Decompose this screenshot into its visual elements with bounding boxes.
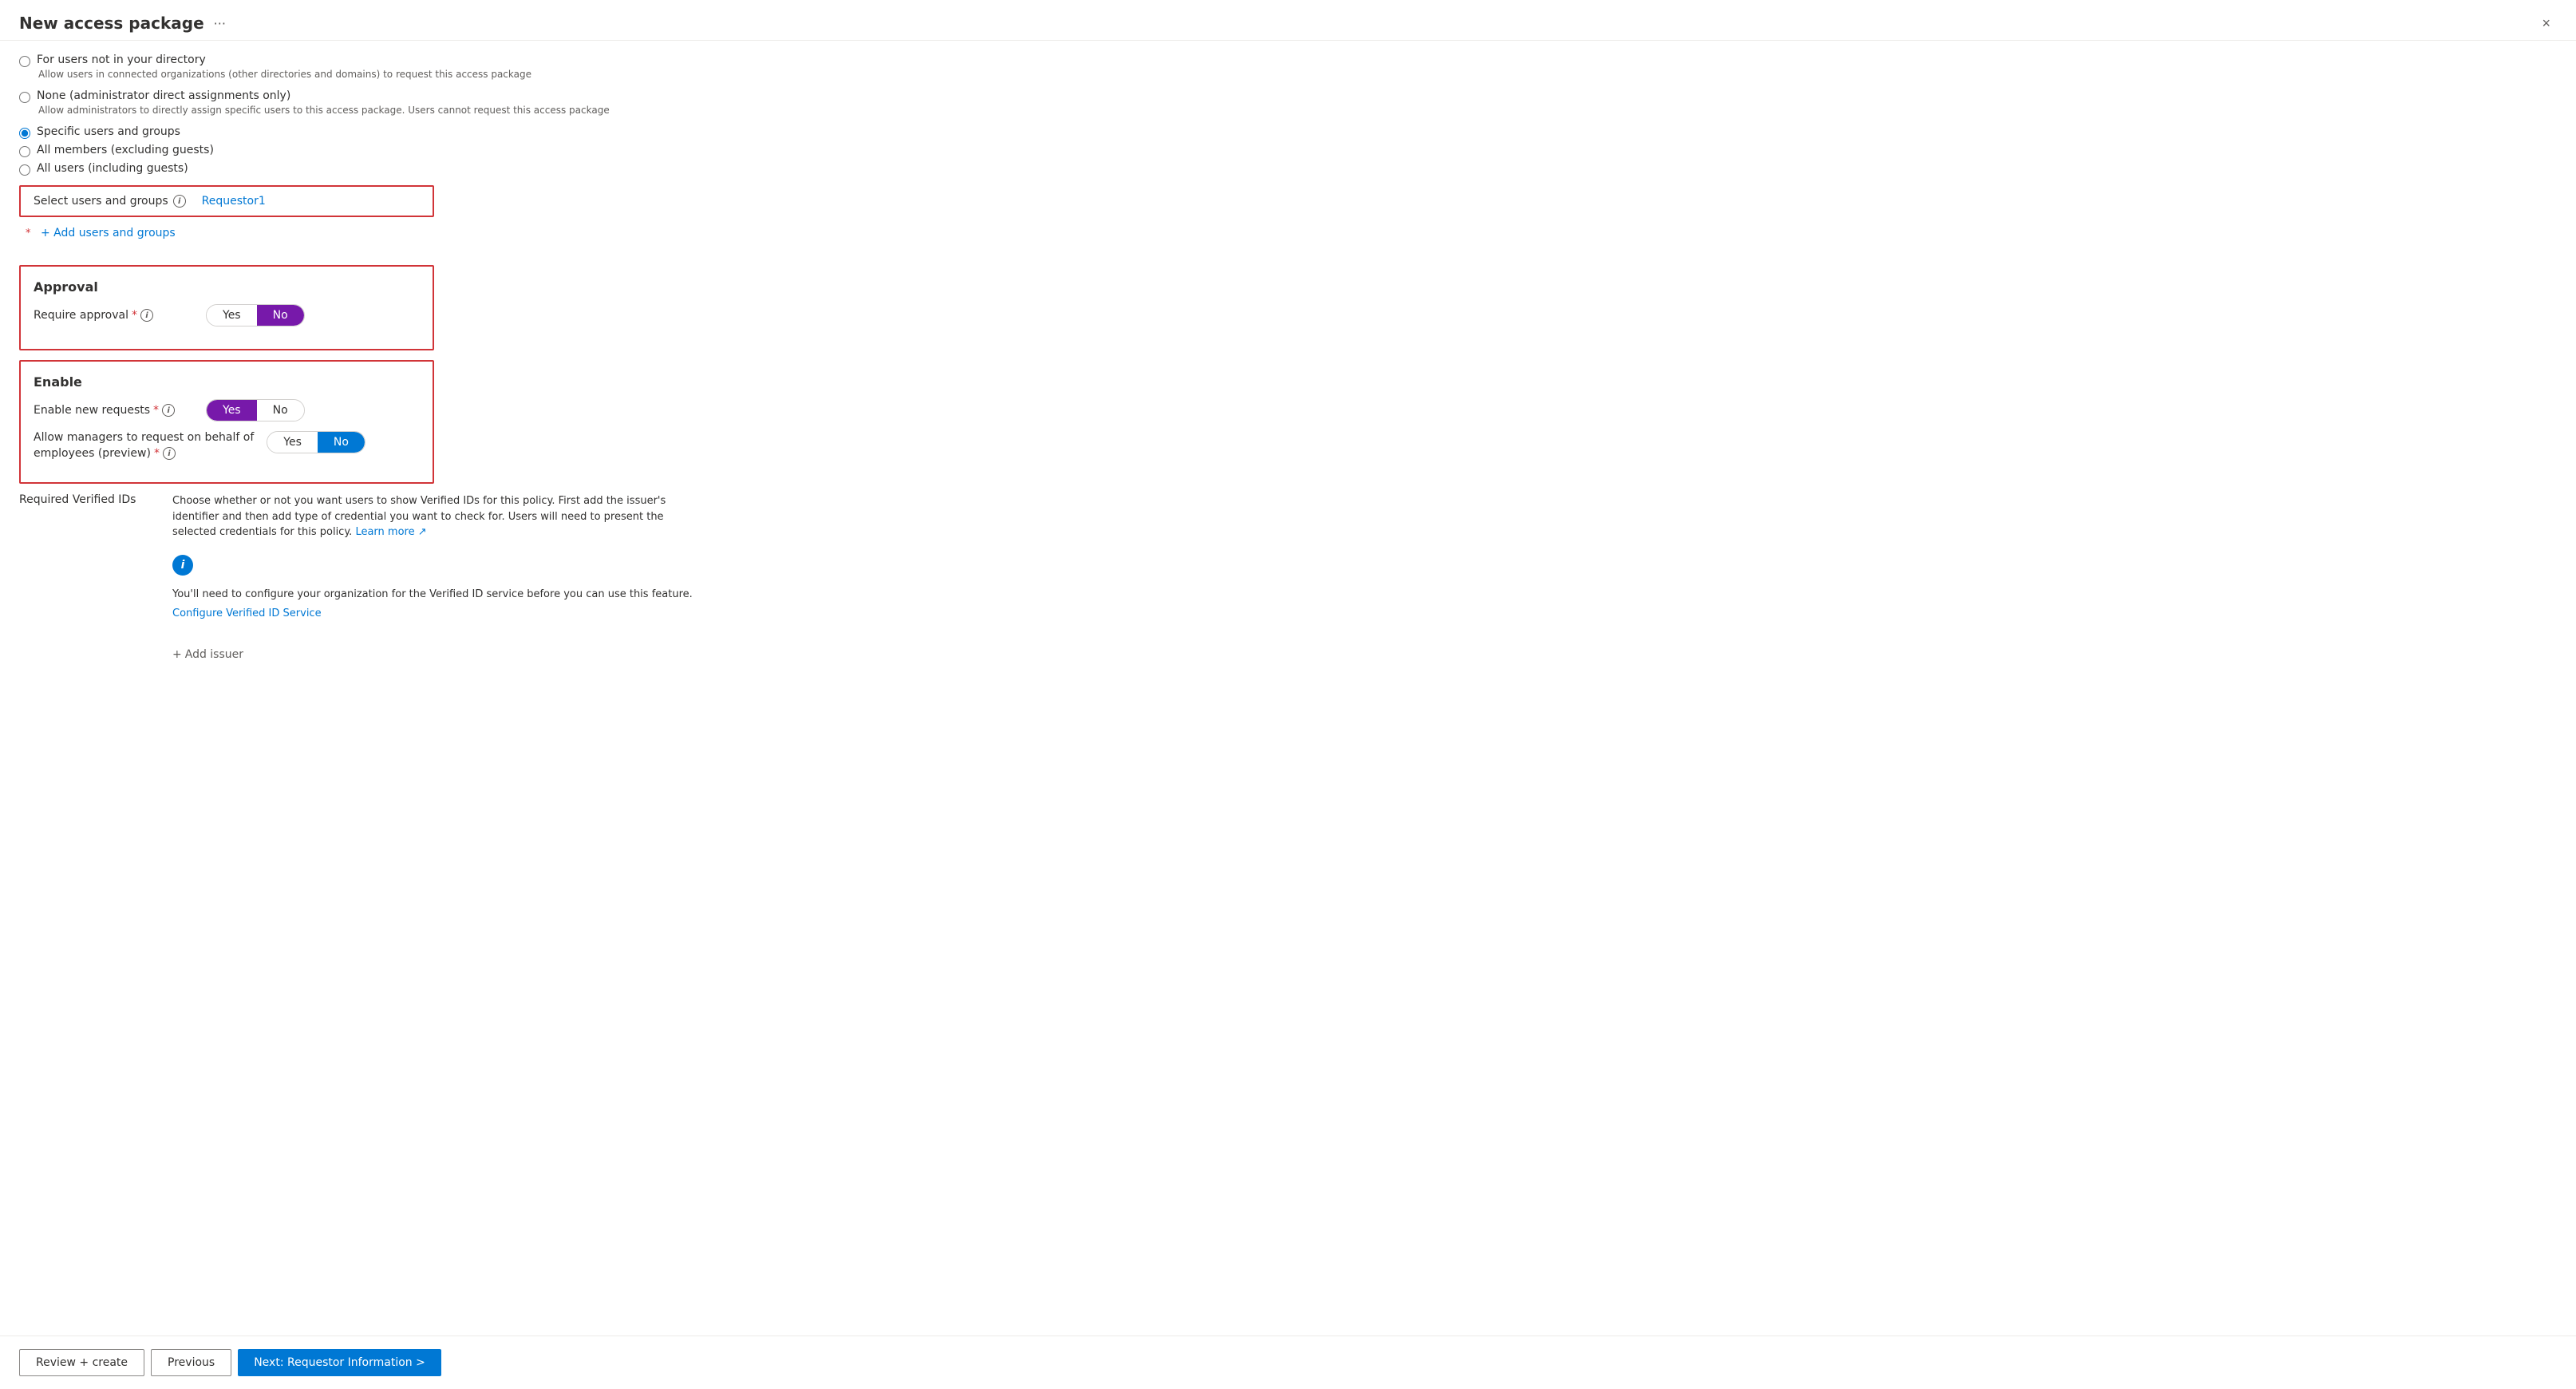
enable-new-requests-info-icon[interactable]: i: [162, 404, 175, 417]
require-approval-text: Require approval: [34, 309, 128, 322]
plus-icon: +: [172, 648, 182, 661]
allow-managers-toggle: Yes No: [267, 431, 365, 453]
radio-specific-users-groups-label: Specific users and groups: [37, 125, 180, 138]
approval-section-title: Approval: [34, 279, 420, 295]
dialog-header: New access package ··· ×: [0, 0, 2576, 41]
radio-option-not-in-directory: For users not in your directory Allow us…: [19, 53, 699, 83]
new-access-package-dialog: New access package ··· × For users not i…: [0, 0, 2576, 1389]
require-approval-label: Require approval * i: [34, 309, 193, 322]
allow-managers-label: Allow managers to request on behalf of e…: [34, 431, 254, 460]
learn-more-link[interactable]: Learn more ↗: [355, 526, 426, 538]
radio-all-users[interactable]: [19, 164, 30, 176]
enable-new-requests-text: Enable new requests: [34, 404, 150, 417]
require-approval-toggle: Yes No: [206, 304, 305, 326]
review-create-button[interactable]: Review + create: [19, 1349, 144, 1376]
add-issuer-label: Add issuer: [185, 648, 243, 661]
configure-msg: You'll need to configure your organizati…: [172, 588, 699, 600]
top-radio-section: For users not in your directory Allow us…: [19, 53, 699, 119]
add-users-link[interactable]: + Add users and groups: [41, 227, 176, 239]
require-approval-no-btn[interactable]: No: [257, 305, 304, 326]
enable-new-requests-no-btn[interactable]: No: [257, 400, 304, 421]
next-button[interactable]: Next: Requestor Information >: [238, 1349, 441, 1376]
info-circle-icon: i: [172, 555, 193, 576]
allow-managers-row: Allow managers to request on behalf of e…: [34, 431, 420, 460]
approval-section: Approval Require approval * i Yes No: [19, 265, 434, 350]
enable-section-title: Enable: [34, 374, 420, 390]
require-approval-info-icon[interactable]: i: [140, 309, 153, 322]
radio-all-users-label: All users (including guests): [37, 162, 188, 175]
verified-ids-label: Required Verified IDs: [19, 493, 136, 506]
dialog-title: New access package: [19, 14, 204, 33]
enable-new-requests-yes-btn[interactable]: Yes: [207, 400, 257, 421]
enable-section: Enable Enable new requests * i Yes No Al…: [19, 360, 434, 484]
configure-verified-id-link[interactable]: Configure Verified ID Service: [172, 607, 322, 619]
allow-managers-yes-btn[interactable]: Yes: [267, 432, 318, 453]
enable-new-requests-label: Enable new requests * i: [34, 404, 193, 417]
who-can-request-section: Specific users and groups All members (e…: [19, 125, 699, 176]
radio-not-in-directory-label: For users not in your directory: [37, 53, 206, 66]
radio-option-none: None (administrator direct assignments o…: [19, 89, 699, 119]
requestor-link[interactable]: Requestor1: [202, 195, 266, 208]
select-users-text: Select users and groups: [34, 195, 168, 208]
header-ellipsis[interactable]: ···: [214, 16, 226, 31]
radio-all-members-label: All members (excluding guests): [37, 144, 214, 156]
dialog-footer: Review + create Previous Next: Requestor…: [0, 1336, 2576, 1389]
radio-not-in-directory-desc: Allow users in connected organizations (…: [38, 69, 699, 80]
radio-none-label: None (administrator direct assignments o…: [37, 89, 290, 102]
dialog-body: For users not in your directory Allow us…: [0, 41, 718, 760]
radio-not-in-directory[interactable]: [19, 56, 30, 67]
verified-ids-right: Choose whether or not you want users to …: [172, 493, 699, 674]
allow-managers-no-btn[interactable]: No: [318, 432, 365, 453]
enable-new-requests-toggle: Yes No: [206, 399, 305, 421]
require-approval-asterisk: *: [132, 309, 137, 322]
verified-ids-section: Required Verified IDs Choose whether or …: [19, 493, 699, 674]
select-users-box: Select users and groups i Requestor1: [19, 185, 434, 217]
allow-managers-asterisk: *: [154, 447, 160, 460]
allow-managers-info-icon[interactable]: i: [163, 447, 176, 460]
verified-ids-description: Choose whether or not you want users to …: [172, 493, 699, 540]
close-button[interactable]: ×: [2535, 13, 2557, 34]
add-issuer-button[interactable]: + Add issuer: [172, 648, 699, 661]
previous-button[interactable]: Previous: [151, 1349, 231, 1376]
enable-new-requests-row: Enable new requests * i Yes No: [34, 399, 420, 421]
select-users-label: Select users and groups i: [34, 195, 186, 208]
select-users-info-icon[interactable]: i: [173, 195, 186, 208]
enable-new-requests-asterisk: *: [153, 404, 159, 417]
radio-all-members[interactable]: [19, 146, 30, 157]
verified-ids-left-label: Required Verified IDs: [19, 493, 147, 674]
radio-specific-users-groups[interactable]: [19, 128, 30, 139]
add-users-asterisk: *: [26, 228, 31, 239]
require-approval-row: Require approval * i Yes No: [34, 304, 420, 326]
allow-managers-text: Allow managers to request on behalf of: [34, 431, 254, 444]
radio-none-desc: Allow administrators to directly assign …: [38, 105, 699, 116]
radio-none[interactable]: [19, 92, 30, 103]
require-approval-yes-btn[interactable]: Yes: [207, 305, 257, 326]
